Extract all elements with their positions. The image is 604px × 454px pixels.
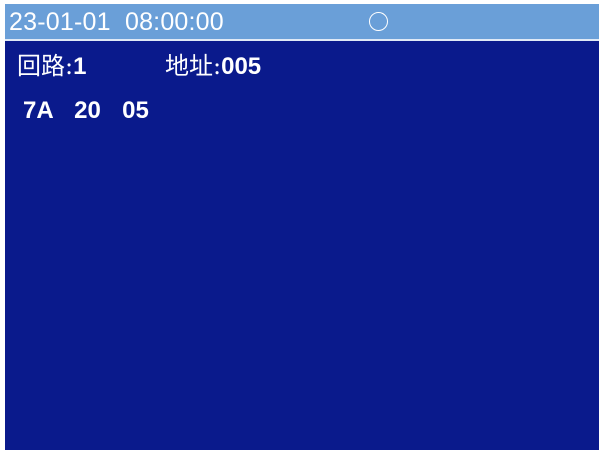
address-label: 地址:	[165, 52, 222, 80]
loop-label: 回路:	[17, 52, 74, 80]
status-bar: 23-01-01 08:00:00	[5, 4, 599, 41]
address-field: 地址:005	[165, 50, 261, 83]
hex-data-readout: 7A 20 05	[23, 97, 149, 124]
datetime-display: 23-01-01 08:00:00	[9, 8, 224, 36]
circle-indicator-icon	[369, 12, 388, 31]
loop-value: 1	[73, 53, 87, 80]
loop-field: 回路:1	[17, 50, 86, 83]
address-value: 005	[221, 53, 262, 80]
device-screen: 23-01-01 08:00:00 回路:1 地址:005 7A 20 05	[5, 4, 599, 450]
